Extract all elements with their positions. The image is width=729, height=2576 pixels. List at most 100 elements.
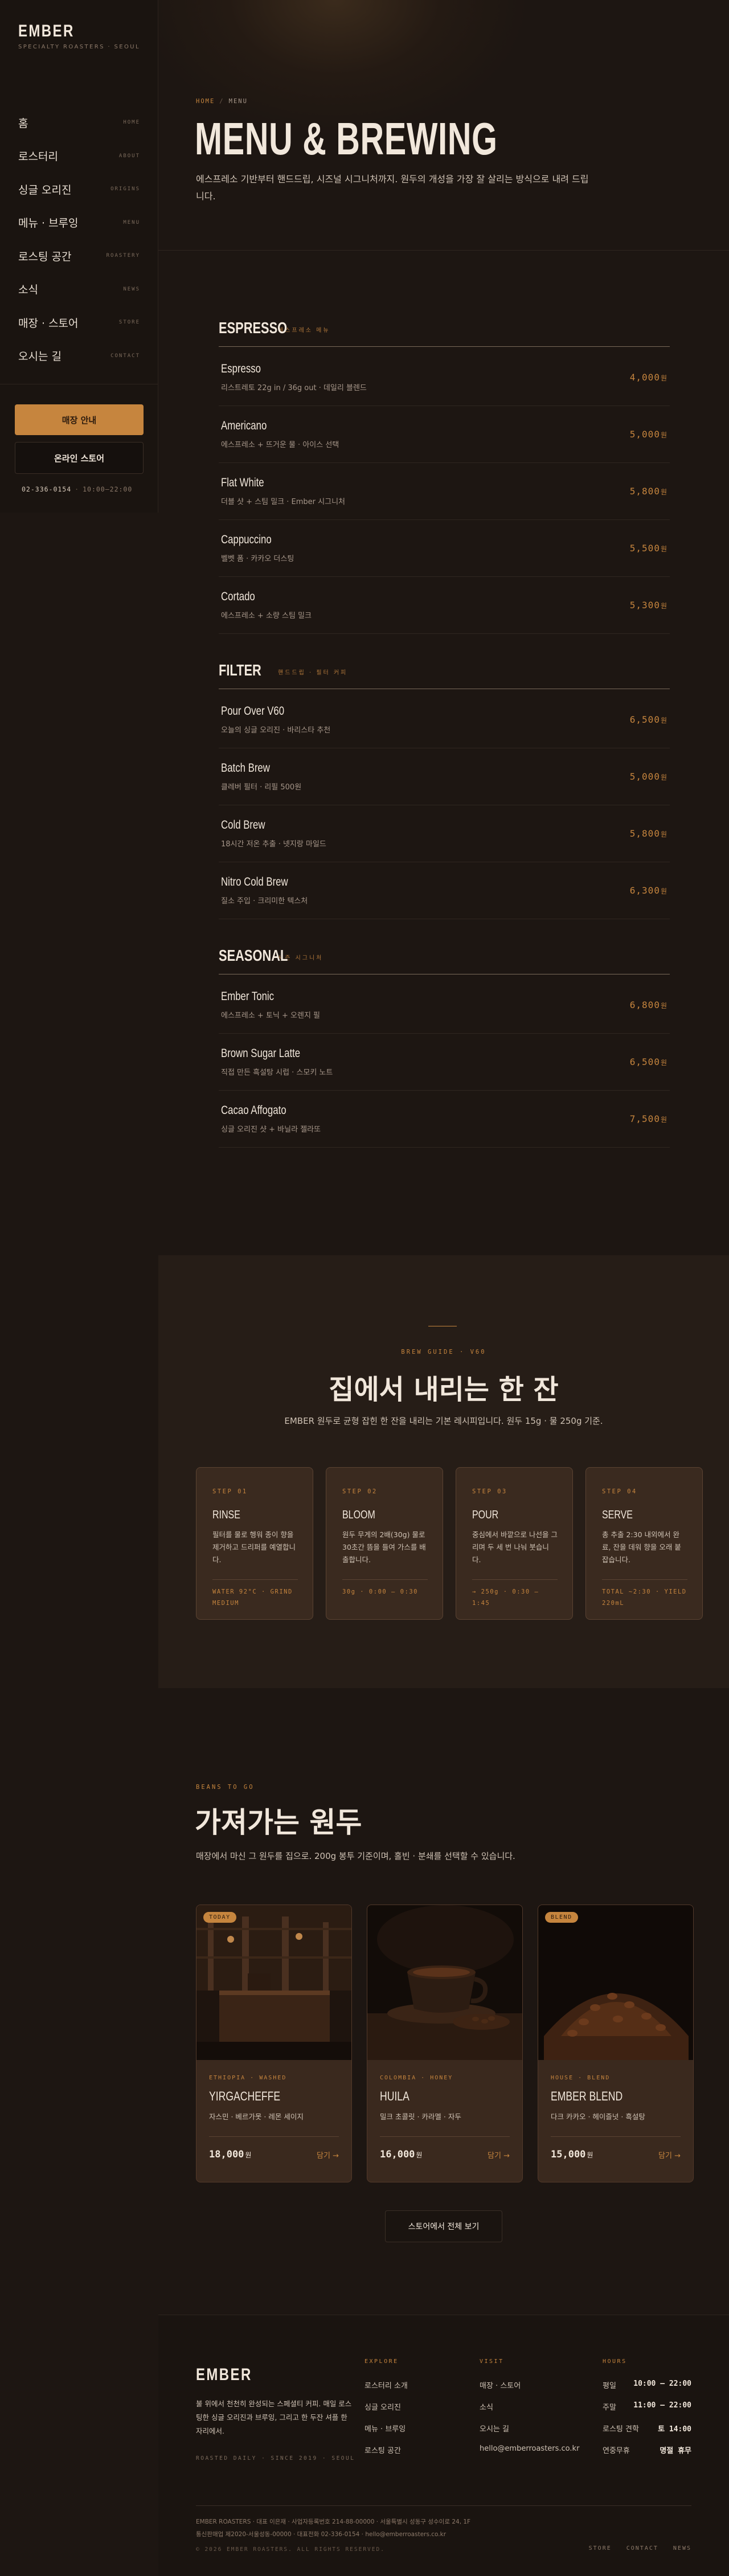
card-footer: 16,000 원 담기 → [380,2149,510,2160]
online-store-button[interactable]: 온라인 스토어 [15,442,144,474]
brand[interactable]: EMBER SPECIALTY ROASTERS · SEOUL [18,22,140,51]
nav-item-store[interactable]: 매장 · 스토어 STORE [18,306,140,339]
price-amount: 5,800 [629,828,660,839]
bean-card[interactable]: COLOMBIA · HONEY HUILA 밀크 초콜릿 · 카라멜 · 자두… [367,1905,523,2182]
category-header: FILTER 핸드드립 · 필터 커피 [219,661,670,689]
opening-hours: 10:00–22:00 [83,485,133,493]
footer-link[interactable]: 오시는 길 [480,2423,579,2444]
add-to-cart-button[interactable]: 담기 → [658,2149,681,2160]
nav-item-menu[interactable]: 메뉴 · 브루잉 MENU [18,206,140,240]
footer-link-store[interactable]: STORE [589,2545,612,2552]
menu-item-desc: 벨벳 폼 · 카카오 더스팅 [221,555,294,563]
footer-link[interactable]: 로스팅 공간 [364,2444,408,2466]
add-to-cart-button[interactable]: 담기 → [488,2149,510,2160]
price-amount: 5,500 [629,543,660,554]
footer-col-title: VISIT [480,2358,504,2365]
brand-logo[interactable]: EMBER [18,22,116,41]
footer-description: 불 위에서 천천히 완성되는 스페셜티 커피. 매일 로스팅한 싱글 오리진과 … [196,2399,352,2435]
nav-label: 오시는 길 [18,350,62,363]
step-name: BLOOM [342,1509,375,1521]
menu-item-desc: 에스프레소 + 뜨거운 물 · 아이스 선택 [221,441,339,449]
menu-item-price: 5,800원 [630,828,667,839]
phone-number[interactable]: 02-336-0154 [22,485,71,493]
step-number: STEP 01 [212,1488,248,1495]
footer-email-link[interactable]: hello@emberroasters.co.kr [480,2444,579,2466]
hours-time: 10:00 – 22:00 [633,2380,691,2388]
menu-category-filter: FILTER 핸드드립 · 필터 커피 Pour Over V60 오늘의 싱글 … [219,661,670,919]
step-meta: 30g · 0:00 – 0:30 [342,1588,418,1595]
card-price: 16,000 원 [380,2149,422,2160]
footer-legal: EMBER ROASTERS · 대표 이은재 · 사업자등록번호 214-88… [196,2516,470,2541]
card-name: EMBER BLEND [551,2089,623,2103]
menu-item-price: 6,500원 [630,1056,667,1067]
menu-item-desc: 리스트레토 22g in / 36g out · 데일리 블렌드 [221,384,367,392]
step-number: STEP 04 [602,1488,637,1495]
price-currency: 원 [416,2151,423,2159]
brew-step: STEP 02 BLOOM 원두 무게의 2배(30g) 물로 30초간 뜸을 … [326,1467,443,1620]
price-currency: 원 [245,2151,252,2159]
step-desc: 중심에서 바깥으로 나선을 그리며 두 세 번 나눠 붓습니다. [472,1530,558,1564]
price-amount: 6,800 [629,1000,660,1010]
add-to-cart-button[interactable]: 담기 → [317,2149,339,2160]
nav-item-home[interactable]: 홈 HOME [18,106,140,140]
menu-item-desc: 18시간 저온 추출 · 넷지랑 마일드 [221,840,326,849]
step-desc: 필터를 물로 헹워 종이 향을 제거하고 드리퍼를 예열합니다. [212,1530,296,1564]
footer-link-news[interactable]: NEWS [673,2545,691,2552]
footer-link[interactable]: 싱글 오리진 [364,2401,408,2423]
footer-link[interactable]: 소식 [480,2401,579,2423]
menu-item-price: 6,300원 [630,885,667,896]
menu-item-price: 5,800원 [630,486,667,497]
menu-item-name: Americano [221,419,267,432]
step-number: STEP 02 [342,1488,378,1495]
step-meta: → 250g · 0:30 – 1:45 [472,1588,539,1607]
price-amount: 6,500 [629,1056,660,1067]
breadcrumb-home[interactable]: HOME [196,98,215,105]
category-title: SEASONAL [219,947,288,964]
price-currency: 원 [660,716,667,724]
menu-item-name: Espresso [221,362,261,375]
menu-item: Ember Tonic 에스프레소 + 토닉 + 오렌지 필 6,800원 [219,977,670,1034]
step-meta: WATER 92°C · GRIND MEDIUM [212,1588,293,1607]
nav-label: 싱글 오리진 [18,183,72,196]
nav-item-origins[interactable]: 싱글 오리진 ORIGINS [18,173,140,206]
card-notes: 다크 카카오 · 헤이즐넛 · 흑설탕 [551,2112,645,2121]
footer-bottom-links: STORE CONTACT NEWS [589,2545,691,2552]
card-divider [551,2136,681,2137]
nav-label: 메뉴 · 브루잉 [18,217,79,230]
section-label: BREW GUIDE · V60 [401,1349,486,1355]
nav-item-news[interactable]: 소식 NEWS [18,273,140,306]
step-name: SERVE [602,1509,633,1521]
bean-card[interactable]: TODAY ETHIOPIA · WASHED YIRGACHEFFE 자스민 … [196,1905,352,2182]
brew-step: STEP 01 RINSE 필터를 물로 헹워 종이 향을 제거하고 드리퍼를 … [196,1467,313,1620]
menu-item: Cold Brew 18시간 저온 추출 · 넷지랑 마일드 5,800원 [219,805,670,862]
category-title: FILTER [219,661,261,679]
menu-item-desc: 에스프레소 + 소량 스팀 밀크 [221,612,312,620]
footer-link-contact[interactable]: CONTACT [626,2545,658,2552]
nav-item-about[interactable]: 로스터리 ABOUT [18,140,140,173]
card-origin: HOUSE · BLEND [551,2075,611,2081]
price-amount: 5,300 [629,600,660,611]
bean-card[interactable]: BLEND HOUSE · BLEND EMBER BLEND 다크 카카오 ·… [538,1905,694,2182]
menu-item: Flat White 더블 샷 + 스팀 밀크 · Ember 시그니처 5,800… [219,463,670,520]
nav-item-contact[interactable]: 오시는 길 CONTACT [18,339,140,373]
brew-step: STEP 04 SERVE 총 추출 2:30 내외에서 완료, 잔을 데워 향… [585,1467,703,1620]
menu-item-desc: 클레버 필터 · 리필 500원 [221,783,302,792]
nav-item-roastery[interactable]: 로스팅 공간 ROASTERY [18,239,140,273]
product-image-beans: BLEND [538,1905,693,2060]
menu-item-name: Nitro Cold Brew [221,875,288,888]
footer-logo[interactable]: EMBER [196,2365,252,2385]
brew-guide: BREW GUIDE · V60 집에서 내리는 한 잔 EMBER 원두로 균… [158,1255,729,1688]
category-header: SEASONAL 시즌 시그니처 [219,947,670,974]
footer-link[interactable]: 로스터리 소개 [364,2380,408,2401]
footer-link[interactable]: 매장 · 스토어 [480,2380,579,2401]
breadcrumb-separator: / [219,98,224,105]
section-label: BEANS TO GO [196,1784,255,1791]
view-all-store-button[interactable]: 스토어에서 전체 보기 [385,2210,502,2242]
card-body: COLOMBIA · HONEY HUILA 밀크 초콜릿 · 카라멜 · 자두… [367,2060,522,2182]
nav-label: 매장 · 스토어 [18,317,79,330]
footer-link[interactable]: 메뉴 · 브루잉 [364,2423,408,2444]
menu-item: Cortado 에스프레소 + 소량 스팀 밀크 5,300원 [219,577,670,634]
menu-category-espresso: ESPRESSO 에스프레소 메뉴 Espresso 리스트레토 22g in /… [219,319,670,634]
store-info-button[interactable]: 매장 안내 [15,404,144,435]
menu-category-seasonal: SEASONAL 시즌 시그니처 Ember Tonic 에스프레소 + 토닉 +… [219,947,670,1148]
